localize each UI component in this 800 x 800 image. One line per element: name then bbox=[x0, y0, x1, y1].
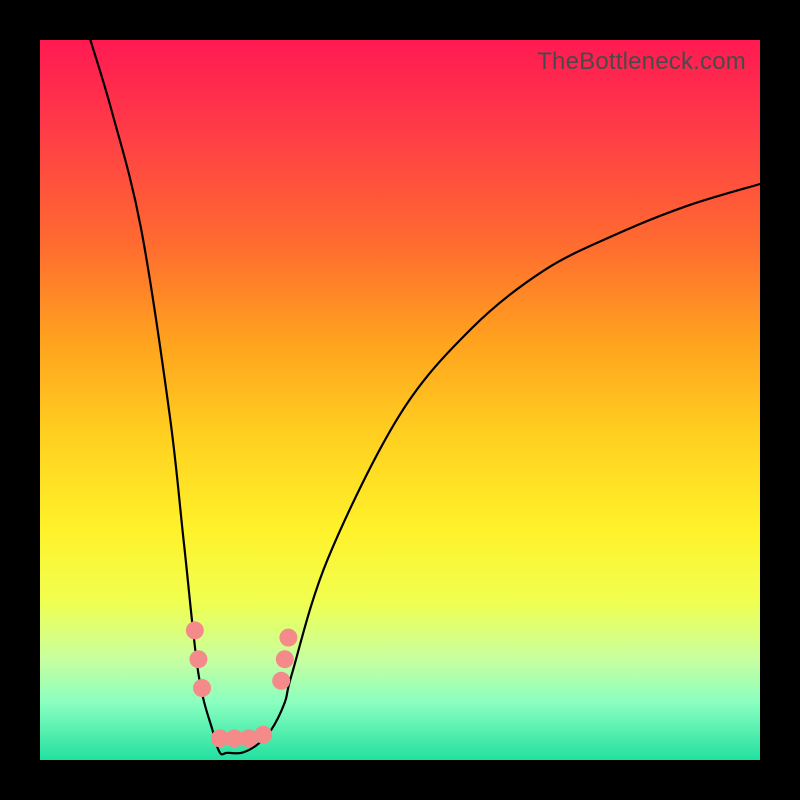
chart-svg bbox=[40, 40, 760, 760]
bottleneck-curve bbox=[90, 40, 760, 754]
chart-frame: TheBottleneck.com bbox=[0, 0, 800, 800]
marker-point bbox=[272, 672, 290, 690]
marker-point bbox=[189, 650, 207, 668]
marker-point bbox=[186, 621, 204, 639]
marker-point bbox=[254, 726, 272, 744]
marker-point bbox=[276, 650, 294, 668]
marker-point bbox=[279, 629, 297, 647]
highlighted-points bbox=[186, 621, 298, 747]
plot-area: TheBottleneck.com bbox=[40, 40, 760, 760]
marker-point bbox=[193, 679, 211, 697]
